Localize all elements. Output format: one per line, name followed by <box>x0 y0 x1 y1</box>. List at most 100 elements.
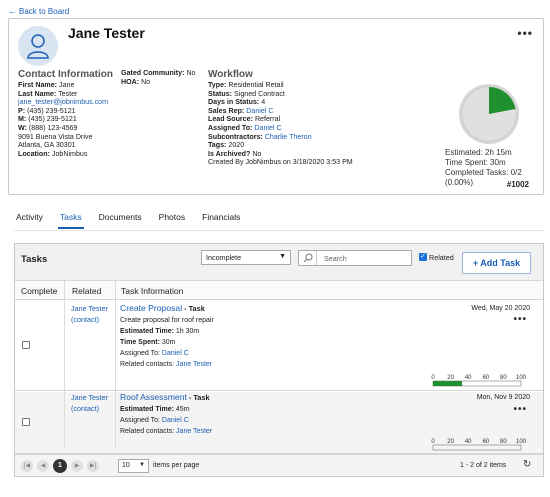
col-complete[interactable]: Complete <box>21 286 57 296</box>
gauge-tick-label: 0 <box>431 439 435 445</box>
phone-p-line: P: (435) 239-5121 <box>18 106 76 115</box>
tasks-title: Tasks <box>21 254 48 265</box>
gauge-tick-label: 60 <box>482 375 489 381</box>
gauge-fill <box>433 381 463 386</box>
task-type: - Task <box>184 304 205 313</box>
related-checkbox[interactable]: ✓ <box>419 253 427 261</box>
time-spent-stat: Time Spent: 30m <box>445 158 506 167</box>
related-contact-link[interactable]: Jane Tester <box>71 392 108 403</box>
days-in-status-line: Days in Status: 4 <box>208 98 266 107</box>
gauge-tick-label: 100 <box>516 375 527 381</box>
sales-rep-line: Sales Rep: Daniel C <box>208 106 274 115</box>
task-title-link[interactable]: Create Proposal <box>120 303 182 313</box>
gauge-track <box>432 444 522 451</box>
community-section: Gated Community: No HOA: No <box>121 69 216 86</box>
col-related[interactable]: Related <box>72 286 101 296</box>
tab-tasks[interactable]: Tasks <box>57 212 84 229</box>
row-more-icon[interactable]: ••• <box>513 404 527 415</box>
gauge-tick-label: 40 <box>465 439 472 445</box>
tab-bar: Activity Tasks Documents Photos Financia… <box>16 212 257 229</box>
related-cell: Jane Tester (contact) <box>71 303 108 325</box>
tab-photos[interactable]: Photos <box>159 212 185 229</box>
row-more-icon[interactable]: ••• <box>513 314 527 325</box>
complete-checkbox[interactable] <box>22 418 30 426</box>
related-contact-link[interactable]: Jane Tester <box>71 303 108 314</box>
assignee-link[interactable]: Daniel C <box>162 350 189 357</box>
phone-w-line: W: (888) 123-4569 <box>18 123 78 132</box>
table-row: Jane Tester (contact) Create Proposal - … <box>15 300 543 391</box>
contact-info-section: Contact Information First Name: Jane Las… <box>18 69 138 158</box>
assignee-link[interactable]: Daniel C <box>162 417 189 424</box>
sales-rep-link[interactable]: Daniel C <box>246 107 273 115</box>
related-contact-link[interactable]: Jane Tester <box>176 428 212 435</box>
per-page-value: 10 <box>122 462 130 469</box>
page-number-current[interactable]: 1 <box>53 459 67 473</box>
task-info: Create Proposal - Task Create proposal f… <box>120 303 420 370</box>
progress-gauge: 0 20 40 60 80 100 <box>431 439 527 451</box>
hoa-line: HOA: No <box>121 77 151 86</box>
gauge-tick-label: 20 <box>447 439 454 445</box>
workflow-section: Workflow Type: Residential Retail Status… <box>208 69 428 167</box>
first-page-icon[interactable]: |◀ <box>21 460 33 472</box>
related-type: (contact) <box>71 315 99 324</box>
task-date: Mon, Nov 9 2020 <box>476 394 530 401</box>
task-title-link[interactable]: Roof Assessment <box>120 392 187 402</box>
gauge-tick-label: 80 <box>500 439 507 445</box>
arrow-left-icon: ← <box>8 6 17 16</box>
search-placeholder: Search <box>324 254 347 263</box>
estimated-time-line: Estimated Time: 45m <box>120 406 190 413</box>
avatar <box>18 26 58 66</box>
lead-source-line: Lead Source: Referral <box>208 115 281 124</box>
tasks-panel: Tasks Incomplete ▼ Search ✓ Related + Ad… <box>14 243 544 477</box>
refresh-icon[interactable]: ↻ <box>523 459 531 470</box>
subcontractor-link[interactable]: Charlie Theron <box>265 133 312 141</box>
contact-name: Jane Tester <box>68 25 145 41</box>
tab-documents[interactable]: Documents <box>99 212 142 229</box>
time-spent-line: Time Spent: 30m <box>120 339 176 346</box>
last-page-icon[interactable]: ▶| <box>87 460 99 472</box>
more-options-icon[interactable]: ••• <box>517 26 533 40</box>
related-contacts-line: Related contacts: Jane Tester <box>120 428 213 435</box>
task-date: Wed, May 20 2020 <box>471 305 530 312</box>
type-line: Type: Residential Retail <box>208 81 284 89</box>
complete-checkbox[interactable] <box>22 341 30 349</box>
gauge-tick-label: 80 <box>500 375 507 381</box>
gauge-tick-label: 20 <box>447 375 454 381</box>
job-number: #1002 <box>506 180 529 189</box>
assigned-to-line: Assigned To: Daniel C <box>120 350 189 357</box>
subcontractors-line: Subcontractors: Charlie Theron <box>208 132 312 141</box>
tasks-table-header: Complete Related Task Information <box>15 281 543 300</box>
phone-m-line: M: (435) 239-5121 <box>18 115 77 124</box>
per-page-select[interactable]: 10 ▼ <box>118 459 149 473</box>
tab-activity[interactable]: Activity <box>16 212 43 229</box>
estimated-time-line: Estimated Time: 1h 30m <box>120 328 200 335</box>
related-cell: Jane Tester (contact) <box>71 392 108 414</box>
task-description: Create proposal for roof repair <box>120 317 214 324</box>
email-link[interactable]: jane_tester@jobnimbus.com <box>18 98 138 107</box>
add-task-button[interactable]: + Add Task <box>462 252 531 274</box>
status-filter-select[interactable]: Incomplete ▼ <box>201 250 291 265</box>
completed-tasks-stat: Completed Tasks: 0/2 <box>445 168 522 177</box>
column-divider <box>64 281 65 448</box>
tasks-toolbar: Tasks Incomplete ▼ Search ✓ Related + Ad… <box>15 244 543 281</box>
assigned-to-link[interactable]: Daniel C <box>254 124 281 132</box>
archived-line: Is Archived? No <box>208 149 262 158</box>
prev-page-icon[interactable]: ◀ <box>37 460 49 472</box>
item-count: 1 - 2 of 2 items <box>460 462 507 469</box>
gauge-tick-label: 40 <box>465 375 472 381</box>
tab-financials[interactable]: Financials <box>202 212 240 229</box>
back-to-board-link[interactable]: ← Back to Board <box>8 6 69 16</box>
tab-divider <box>14 230 544 231</box>
search-input[interactable]: Search <box>298 250 412 266</box>
tags-line: Tags: 2020 <box>208 141 245 150</box>
table-row: Jane Tester (contact) Roof Assessment - … <box>15 392 543 454</box>
address-line-1: 9091 Buena Vista Drive <box>18 132 93 141</box>
estimated-stat: Estimated: 2h 15m <box>445 148 512 157</box>
next-page-icon[interactable]: ▶ <box>71 460 83 472</box>
col-task-information[interactable]: Task Information <box>121 286 183 296</box>
related-contacts-line: Related contacts: Jane Tester <box>120 361 213 368</box>
gauge-tick-label: 60 <box>482 439 489 445</box>
progress-gauge: 0 20 40 60 80 100 <box>431 375 527 387</box>
back-to-board-label: Back to Board <box>19 7 70 16</box>
related-contact-link[interactable]: Jane Tester <box>176 361 212 368</box>
